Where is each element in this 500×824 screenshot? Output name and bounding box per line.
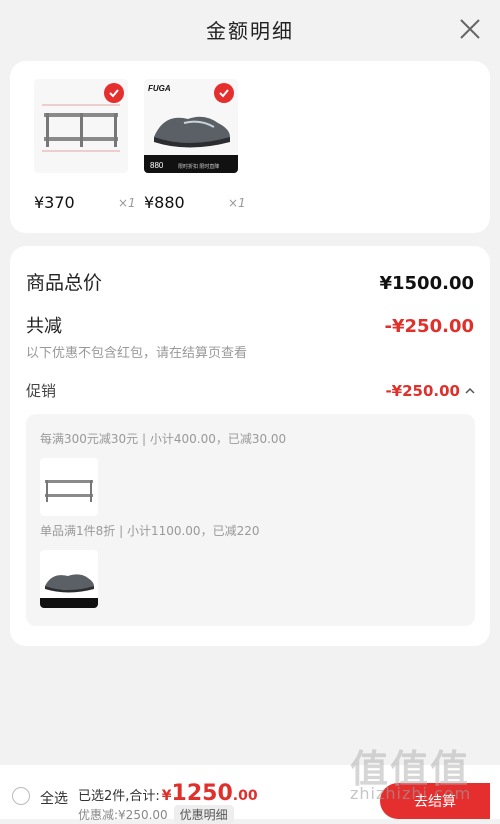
discount-row: 共减 -¥250.00 bbox=[26, 312, 474, 338]
amount-detail-card: 商品总价 ¥1500.00 共减 -¥250.00 以下优惠不包含红包，请在结算… bbox=[10, 246, 490, 646]
promo-detail-box: 每满300元减30元 | 小计400.00，已减30.00 单品满1件8折 | … bbox=[26, 414, 475, 626]
checked-icon[interactable] bbox=[214, 83, 234, 103]
tag-promo-text: 限时折扣 限时直降 bbox=[178, 163, 219, 170]
discount-summary: 优惠减:¥250.00 bbox=[78, 808, 168, 822]
steel-shelf-image bbox=[40, 458, 98, 516]
promo-value: -¥250.00 bbox=[385, 381, 460, 400]
chevron-up-icon[interactable] bbox=[464, 385, 476, 397]
total-label: 商品总价 bbox=[26, 272, 103, 294]
product-item[interactable]: FUGA 880 限时折扣 限时直降 ¥880 ×1 bbox=[144, 79, 246, 212]
total-row: 商品总价 ¥1500.00 bbox=[26, 268, 474, 295]
header: 金额明细 bbox=[0, 0, 500, 58]
total-decimal: .00 bbox=[232, 788, 258, 804]
close-icon[interactable] bbox=[458, 17, 482, 41]
checkout-bar: 全选 已选2件,合计: ¥ 1250 .00 优惠减:¥250.00 优惠明细 … bbox=[0, 765, 500, 824]
promo-row[interactable]: 促销 -¥250.00 bbox=[26, 380, 476, 401]
product-card: ¥370 ×1 FUGA 880 限时折扣 限时直降 ¥880 ×1 bbox=[10, 61, 490, 233]
checked-icon[interactable] bbox=[104, 83, 124, 103]
promo-rule: 单品满1件8折 | 小计1100.00，已减220 bbox=[40, 524, 260, 538]
summary-prefix: 已选2件,合计: bbox=[78, 789, 160, 804]
tag-price-text: 880 bbox=[150, 161, 164, 170]
promo-value-wrap[interactable]: -¥250.00 bbox=[385, 382, 476, 400]
total-value: ¥1500.00 bbox=[379, 273, 474, 294]
discount-line: 优惠减:¥250.00 优惠明细 bbox=[78, 805, 234, 824]
discount-value: -¥250.00 bbox=[384, 316, 474, 337]
running-shoe-image: FUGA 880 限时折扣 限时直降 bbox=[144, 79, 238, 173]
select-all-radio[interactable] bbox=[12, 787, 30, 805]
promo-rule: 每满300元减30元 | 小计400.00，已减30.00 bbox=[40, 432, 287, 446]
discount-note: 以下优惠不包含红包，请在结算页查看 bbox=[26, 346, 248, 361]
page-title: 金额明细 bbox=[206, 18, 294, 43]
running-shoe-image bbox=[40, 550, 98, 608]
discount-label: 共减 bbox=[26, 316, 62, 337]
checkout-button[interactable]: 去结算 bbox=[380, 783, 490, 819]
selected-summary: 已选2件,合计: ¥ 1250 .00 bbox=[78, 781, 258, 806]
product-price: ¥370 bbox=[34, 193, 75, 212]
promo-label: 促销 bbox=[26, 382, 57, 400]
total-currency: ¥ bbox=[161, 788, 172, 804]
total-integer: 1250 bbox=[171, 781, 233, 806]
product-price: ¥880 bbox=[144, 193, 185, 212]
select-all-label[interactable]: 全选 bbox=[40, 788, 68, 808]
brand-text: FUGA bbox=[148, 84, 171, 93]
product-item[interactable]: ¥370 ×1 bbox=[34, 79, 136, 212]
discount-detail-button[interactable]: 优惠明细 bbox=[173, 805, 234, 824]
product-qty: ×1 bbox=[228, 196, 246, 210]
product-qty: ×1 bbox=[118, 196, 136, 210]
steel-shelf-image bbox=[34, 79, 128, 173]
